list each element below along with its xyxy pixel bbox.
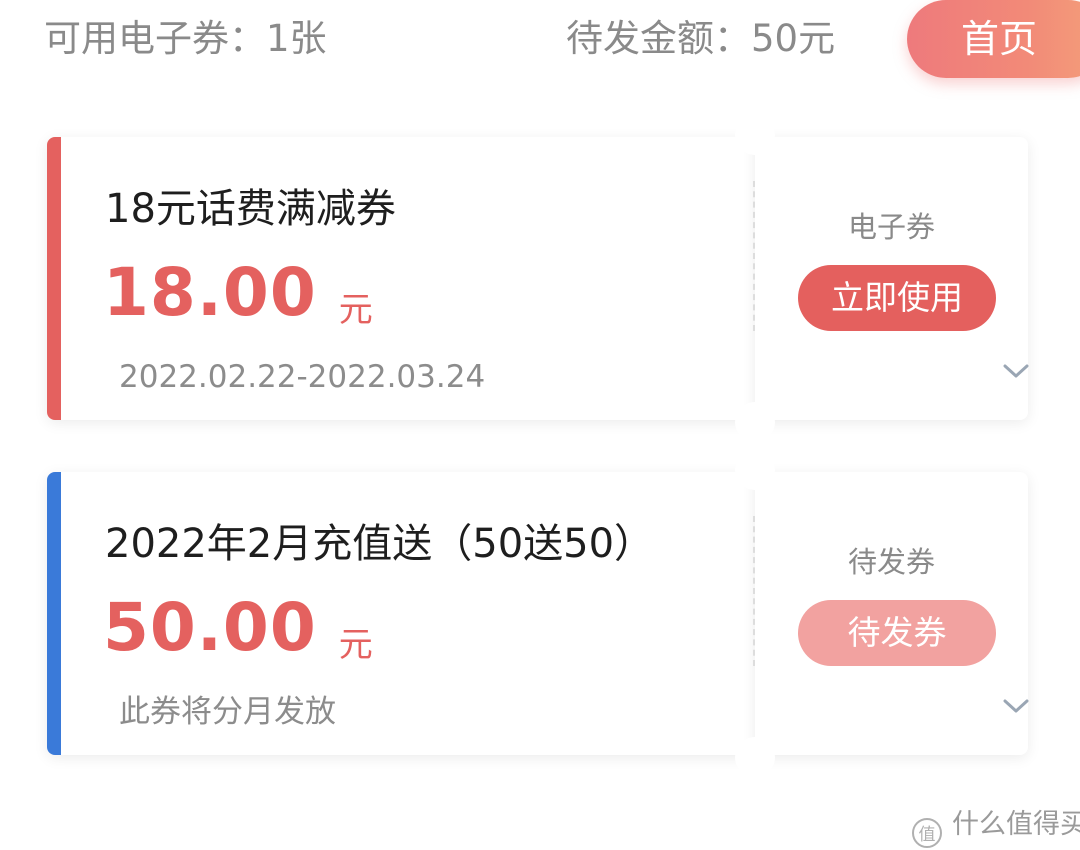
coupon-main-section: 2022年2月充值送（50送50） 50.00 元 此券将分月发放 [47,472,755,755]
coupon-card: 18元话费满减券 18.00 元 2022.02.22-2022.03.24 电子… [47,115,1029,442]
coupon-main-section: 18元话费满减券 18.00 元 2022.02.22-2022.03.24 [47,137,755,420]
site-watermark: 值什么值得买 [912,806,1080,848]
chevron-down-icon[interactable] [1003,698,1029,714]
summary-header: 可用电子券：1张 待发金额：50元 首页 [0,0,1080,90]
coupon-dashed-divider [753,516,755,666]
coupon-side-section: 待发券 待发券 [755,472,1029,755]
coupon-dashed-divider [753,181,755,331]
watermark-text: 什么值得买 [952,809,1080,840]
home-button[interactable]: 首页 [907,0,1080,78]
pending-coupon-button[interactable]: 待发券 [798,600,996,666]
ticket-notch-top [735,115,775,155]
coupon-amount-unit: 元 [338,290,373,330]
coupon-card: 2022年2月充值送（50送50） 50.00 元 此券将分月发放 待发券 待发券 [47,450,1029,777]
ticket-notch-bottom [735,737,775,777]
use-now-button[interactable]: 立即使用 [798,265,996,331]
pending-amount: 待发金额：50元 [566,17,836,60]
coupon-amount: 18.00 元 [103,255,373,348]
coupon-amount-unit: 元 [338,625,373,665]
ticket-notch-top [735,450,775,490]
coupon-accent-bar [47,472,61,755]
coupon-side-section: 电子券 立即使用 [755,137,1029,420]
coupon-amount: 50.00 元 [103,590,373,683]
watermark-logo-icon: 值 [912,818,942,848]
coupon-accent-bar [47,137,61,420]
chevron-down-icon[interactable] [1003,363,1029,379]
coupon-title: 2022年2月充值送（50送50） [105,521,655,567]
coupon-validity: 2022.02.22-2022.03.24 [119,359,486,395]
coupon-type-label: 待发券 [847,545,935,579]
coupon-type-label: 电子券 [847,210,935,244]
ticket-notch-bottom [735,402,775,442]
coupon-title: 18元话费满减券 [105,186,396,232]
coupon-amount-value: 18.00 [103,254,317,331]
available-coupons-count: 可用电子券：1张 [44,17,327,60]
coupon-amount-value: 50.00 [103,589,317,666]
coupon-note: 此券将分月发放 [119,694,336,730]
